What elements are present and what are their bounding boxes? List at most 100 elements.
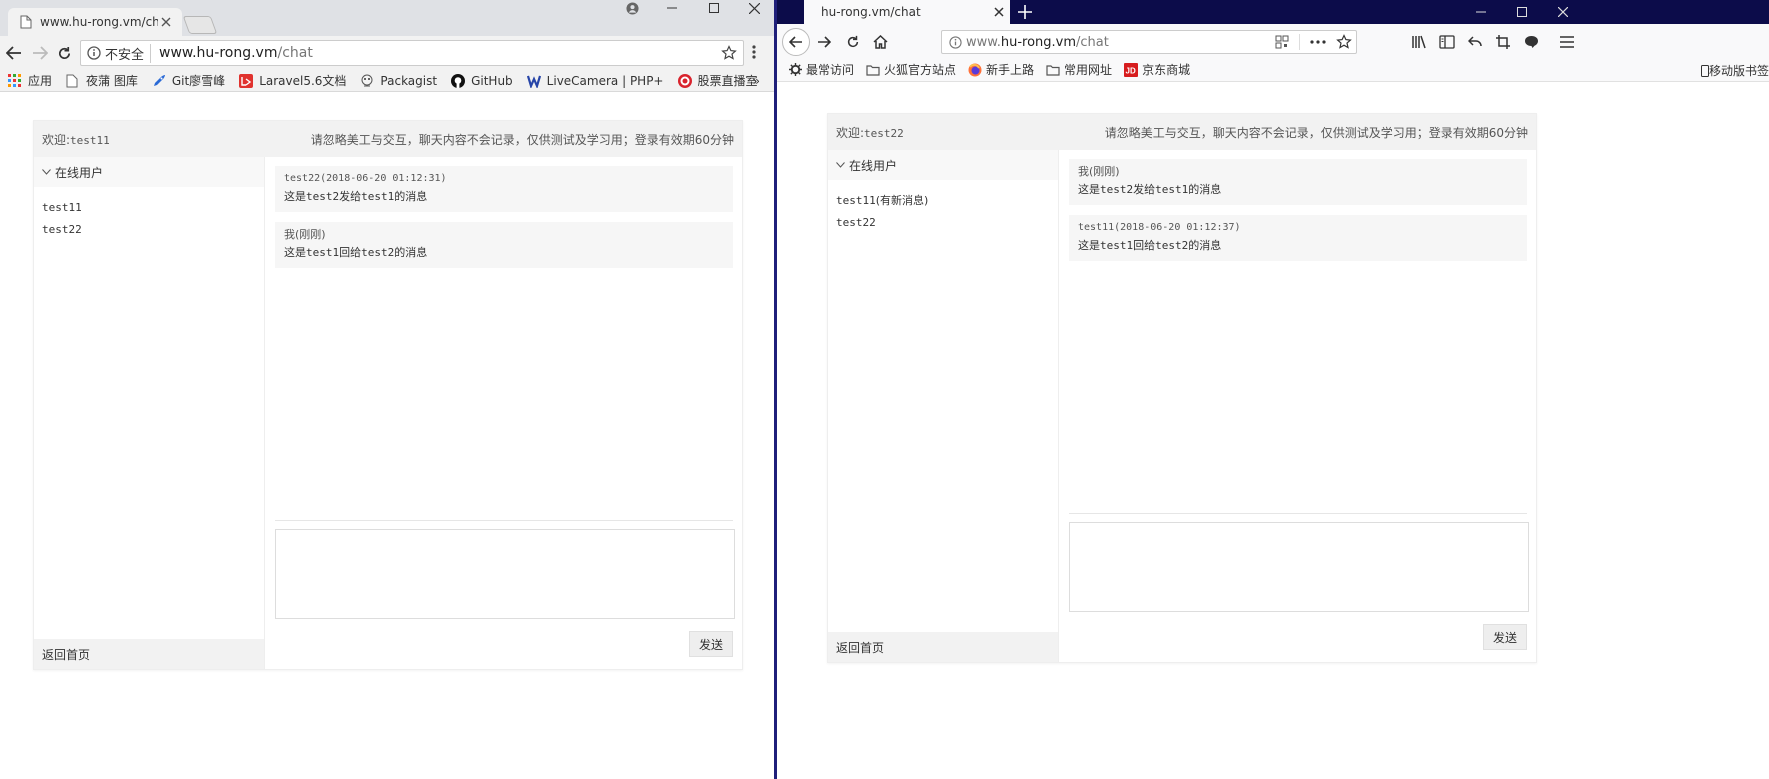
undo-icon[interactable] [1465, 32, 1485, 52]
tab-close-icon[interactable] [158, 14, 174, 30]
bookmark-getting-started[interactable]: 新手上路 [968, 61, 1034, 78]
forward-arrow-icon[interactable] [814, 32, 834, 52]
online-users-sidebar: 在线用户 test11 test22 返回首页 [34, 157, 265, 669]
user-item[interactable]: test11 [42, 197, 264, 219]
info-icon[interactable] [942, 35, 966, 49]
folder-icon [1046, 64, 1060, 76]
message-input[interactable] [1069, 522, 1529, 612]
text-part: 这是 [1078, 183, 1100, 196]
message-item: 我(刚刚) 这是test1回给test2的消息 [275, 222, 733, 268]
bookmark-star-icon[interactable] [721, 45, 737, 61]
message-list: test22(2018-06-20 01:12:31) 这是test2发给tes… [275, 166, 733, 278]
info-icon[interactable] [81, 46, 103, 60]
user-list: test11(有新消息) test22 [828, 180, 1058, 234]
bookmark-common-sites[interactable]: 常用网址 [1046, 61, 1112, 78]
page-actions-icon[interactable] [1310, 40, 1326, 44]
chat-bubble-icon[interactable] [1521, 32, 1541, 52]
new-message-badge: (有新消息) [875, 194, 929, 207]
bookmark-label: 火狐官方站点 [884, 63, 957, 77]
bookmark-most-visited[interactable]: 最常访问 [789, 61, 854, 78]
message-input[interactable] [275, 529, 735, 619]
bookmark-packagist[interactable]: Packagist [360, 74, 437, 88]
bookmark-label: LiveCamera | PHP+ [546, 73, 664, 88]
user-item[interactable]: test22 [42, 219, 264, 241]
user-item[interactable]: test22 [836, 212, 1058, 234]
bookmark-git-liaoxuefeng[interactable]: Git廖雪峰 [152, 72, 225, 89]
screenshot-crop-icon[interactable] [1493, 32, 1513, 52]
browser-tab[interactable]: hu-rong.vm/chat [804, 0, 1010, 24]
folder-icon [866, 64, 880, 76]
message-text: 这是test1回给test2的消息 [284, 243, 724, 263]
tab-title: hu-rong.vm/chat [821, 5, 921, 19]
welcome-user: test22 [864, 126, 904, 140]
send-button[interactable]: 发送 [689, 631, 733, 657]
tab-title: www.hu-rong.vm/chat [40, 15, 158, 29]
new-tab-plus-icon[interactable] [1017, 4, 1033, 20]
user-list: test11 test22 [34, 187, 264, 241]
text-part: 这是 [284, 246, 306, 259]
bookmark-firefox-official[interactable]: 火狐官方站点 [866, 61, 956, 78]
text-part: test1 [361, 190, 395, 203]
bookmark-github[interactable]: GitHub [451, 73, 513, 88]
mobile-phone-icon [1700, 64, 1709, 77]
qr-code-icon[interactable] [1275, 35, 1289, 49]
browser-tab[interactable]: www.hu-rong.vm/chat [8, 8, 182, 36]
message-meta: 我(刚刚) [1078, 164, 1518, 180]
back-home-link[interactable]: 返回首页 [34, 639, 264, 669]
maximize-icon[interactable] [700, 0, 728, 16]
user-item[interactable]: test11(有新消息) [836, 190, 1058, 212]
address-bar[interactable]: www. hu-rong.vm/chat [941, 30, 1357, 54]
back-arrow-icon[interactable] [782, 28, 810, 56]
tab-strip: www.hu-rong.vm/chat [0, 0, 774, 36]
maximize-icon[interactable] [1512, 4, 1532, 20]
chat-header: 欢迎:test22 请忽略美工与交互，聊天内容不会记录，仅供测试及学习用；登录有… [828, 114, 1536, 150]
menu-kebab-icon[interactable] [752, 44, 756, 60]
back-arrow-icon[interactable] [4, 43, 24, 63]
chevron-down-icon [836, 162, 845, 168]
library-icon[interactable] [1409, 32, 1429, 52]
text-part: 发给 [1133, 183, 1156, 196]
hamburger-menu-icon[interactable] [1557, 32, 1577, 52]
chat-main: 我(刚刚) 这是test2发给test1的消息 test11(2018-06-2… [1060, 150, 1536, 662]
bookmark-label: Git廖雪峰 [171, 74, 226, 88]
chat-main: test22(2018-06-20 01:12:31) 这是test2发给tes… [266, 157, 742, 669]
text-part: 发给 [339, 190, 362, 203]
send-button[interactable]: 发送 [1483, 624, 1527, 650]
rocket-icon [152, 74, 166, 88]
bookmark-star-icon[interactable] [1336, 34, 1352, 50]
minimize-icon[interactable] [1471, 4, 1491, 20]
address-bar[interactable]: 不安全 www.hu-rong.vm/chat [80, 40, 744, 66]
back-home-link[interactable]: 返回首页 [828, 632, 1058, 662]
sidebar-icon[interactable] [1437, 32, 1457, 52]
profile-icon[interactable] [618, 0, 646, 16]
home-icon[interactable] [870, 32, 890, 52]
chevron-down-icon [42, 169, 51, 175]
mobile-bookmarks[interactable]: 移动版书签 [1700, 62, 1769, 79]
online-users-header[interactable]: 在线用户 [828, 150, 1058, 180]
bookmark-yepu[interactable]: 夜蒲 图库 [66, 72, 138, 89]
online-users-header[interactable]: 在线用户 [34, 157, 264, 187]
bookmark-apps[interactable]: 应用 [8, 72, 52, 89]
bookmark-livecamera[interactable]: LiveCamera | PHP+ [526, 73, 664, 88]
online-users-title: 在线用户 [849, 158, 898, 173]
new-tab-button[interactable] [182, 16, 218, 34]
bookmark-laravel[interactable]: Laravel5.6文档 [239, 72, 346, 89]
text-part: 这是 [1078, 239, 1100, 252]
close-window-icon[interactable] [1553, 4, 1573, 20]
url-host: hu-rong.vm [1000, 34, 1077, 50]
minimize-icon[interactable] [658, 0, 686, 16]
online-users-title: 在线用户 [55, 165, 104, 180]
bookmark-stock-live[interactable]: 股票直播室 [677, 72, 758, 89]
reload-icon[interactable] [843, 32, 863, 52]
close-window-icon[interactable] [740, 0, 768, 16]
bookmark-jd[interactable]: JD 京东商城 [1124, 61, 1190, 78]
bookmarks-overflow-button[interactable]: » [753, 74, 760, 88]
separator [1299, 34, 1300, 50]
forward-arrow-icon[interactable] [30, 43, 50, 63]
tab-close-icon[interactable] [994, 7, 1004, 17]
livecamera-icon [526, 74, 541, 88]
url-path: /chat [1076, 34, 1109, 50]
packagist-icon [360, 74, 374, 88]
toolbar: 不安全 www.hu-rong.vm/chat [0, 36, 774, 70]
reload-icon[interactable] [54, 43, 74, 63]
